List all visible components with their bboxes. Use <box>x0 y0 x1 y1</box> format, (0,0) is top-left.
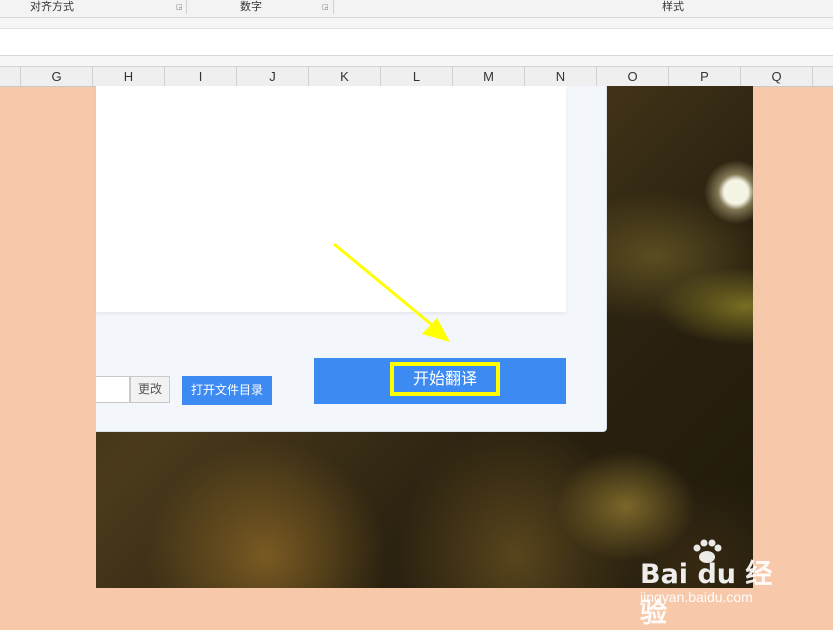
start-translate-button[interactable]: 开始翻译 <box>314 358 566 404</box>
start-translate-label: 开始翻译 <box>390 362 500 396</box>
output-path-input[interactable] <box>96 376 130 403</box>
column-header-o[interactable]: O <box>597 67 669 86</box>
sheet-top-strip <box>0 56 833 66</box>
alignment-launcher-icon[interactable]: ◲ <box>176 4 183 11</box>
column-header-partial[interactable] <box>813 67 833 86</box>
column-header-partial[interactable] <box>0 67 21 86</box>
ribbon-group-number: 数字 <box>240 0 262 13</box>
formula-bar[interactable] <box>0 29 833 56</box>
ribbon-bottom-strip <box>0 18 833 29</box>
change-button[interactable]: 更改 <box>130 376 170 403</box>
ribbon-group-styles: 样式 <box>662 0 684 13</box>
open-directory-button[interactable]: 打开文件目录 <box>182 376 272 405</box>
ribbon-group-labels: 对齐方式 ◲ 数字 ◲ 样式 <box>0 0 833 18</box>
column-header-l[interactable]: L <box>381 67 453 86</box>
number-launcher-icon[interactable]: ◲ <box>322 4 329 11</box>
ribbon-separator <box>333 0 334 14</box>
column-header-q[interactable]: Q <box>741 67 813 86</box>
baidu-jingyan-logo: Bai du 经验 <box>640 559 773 629</box>
column-header-i[interactable]: I <box>165 67 237 86</box>
column-header-g[interactable]: G <box>21 67 93 86</box>
ribbon-group-alignment: 对齐方式 <box>30 0 74 13</box>
column-header-m[interactable]: M <box>453 67 525 86</box>
watermark-url: jingyan.baidu.com <box>640 589 753 605</box>
column-header-n[interactable]: N <box>525 67 597 86</box>
column-header-h[interactable]: H <box>93 67 165 86</box>
column-header-p[interactable]: P <box>669 67 741 86</box>
column-header-k[interactable]: K <box>309 67 381 86</box>
column-header-row: G H I J K L M N O P Q <box>0 66 833 87</box>
text-output-area[interactable] <box>96 86 566 312</box>
ribbon-separator <box>186 0 187 14</box>
column-header-j[interactable]: J <box>237 67 309 86</box>
translate-dialog: 更改 打开文件目录 开始翻译 <box>96 86 607 432</box>
